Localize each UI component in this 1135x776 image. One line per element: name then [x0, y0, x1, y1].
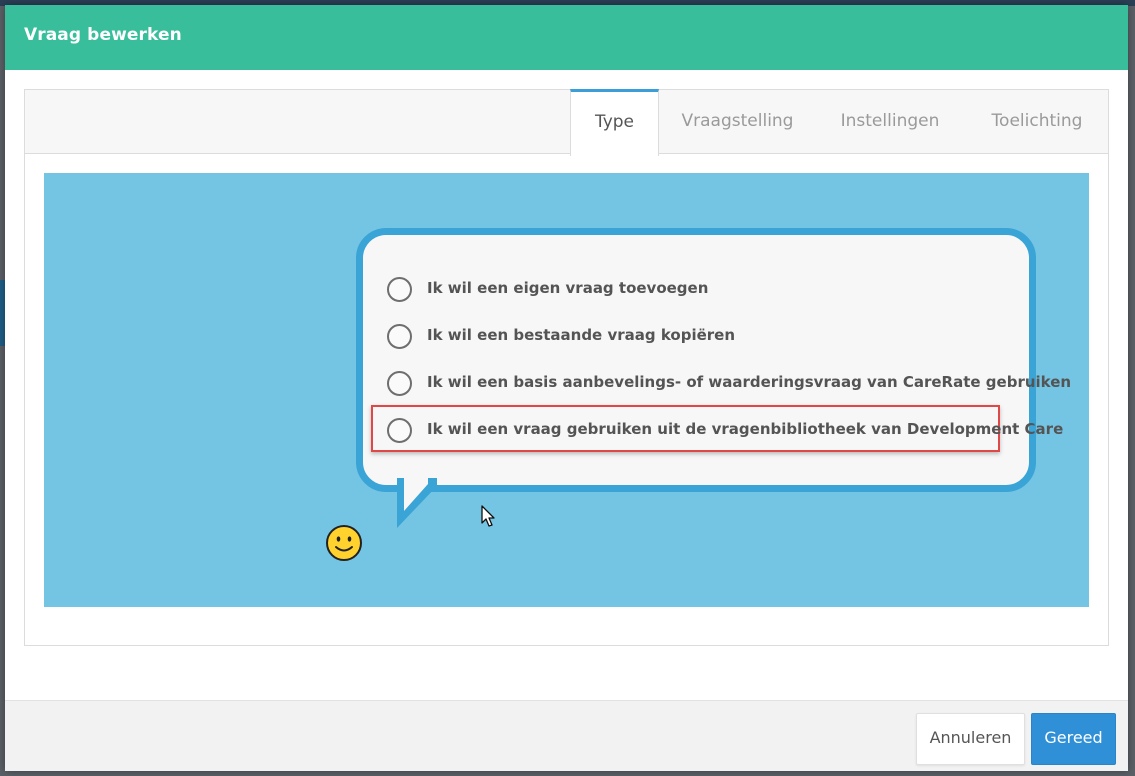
tab-toelichting[interactable]: Toelichting	[973, 90, 1101, 153]
modal-title: Vraag bewerken	[24, 25, 182, 45]
question-type-illustration: Ik wil een eigen vraag toevoegen Ik wil …	[44, 173, 1089, 607]
modal-footer: Annuleren Gereed	[5, 700, 1128, 771]
edit-question-modal: Vraag bewerken Type Vraagstelling Instel…	[5, 5, 1128, 771]
tab-strip: Type Vraagstelling Instellingen Toelicht…	[25, 89, 1108, 156]
option-label: Ik wil een vraag gebruiken uit de vragen…	[427, 420, 1064, 438]
radio-button[interactable]	[387, 324, 412, 349]
mouse-pointer-icon	[481, 505, 495, 527]
option-label: Ik wil een bestaande vraag kopiëren	[427, 326, 736, 344]
modal-header: Vraag bewerken	[5, 5, 1128, 70]
radio-button[interactable]	[387, 418, 412, 443]
radio-button[interactable]	[387, 277, 412, 302]
speech-bubble: Ik wil een eigen vraag toevoegen Ik wil …	[356, 228, 1071, 492]
tab-instellingen[interactable]: Instellingen	[822, 90, 958, 153]
cancel-button[interactable]: Annuleren	[916, 713, 1025, 765]
option-label: Ik wil een eigen vraag toevoegen	[427, 279, 709, 297]
smiley-face-icon	[326, 525, 362, 561]
modal-body: Type Vraagstelling Instellingen Toelicht…	[5, 70, 1128, 700]
done-button[interactable]: Gereed	[1031, 713, 1116, 765]
speech-bubble-tail	[397, 478, 437, 528]
radio-button[interactable]	[387, 371, 412, 396]
tab-panel: Type Vraagstelling Instellingen Toelicht…	[24, 89, 1109, 646]
tab-type[interactable]: Type	[570, 89, 659, 156]
option-label: Ik wil een basis aanbevelings- of waarde…	[427, 373, 1072, 391]
tab-vraagstelling[interactable]: Vraagstelling	[667, 90, 808, 153]
